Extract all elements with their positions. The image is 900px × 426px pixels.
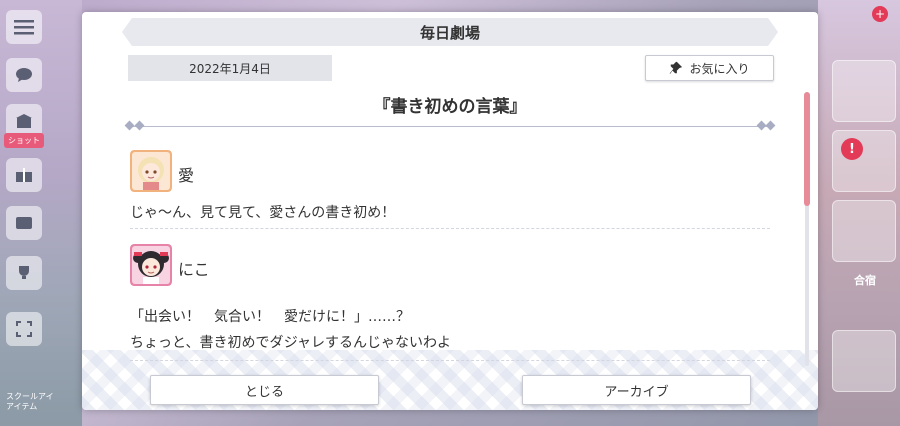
card-icon[interactable] (6, 206, 42, 240)
speaker-name: にこ (178, 260, 210, 279)
entry-separator (130, 228, 770, 229)
right-tile-3[interactable] (832, 200, 896, 262)
favorite-label: お気に入り (689, 61, 750, 76)
story-title: 『書き初めの言葉』 (373, 97, 527, 117)
divider-diamond-left-2 (134, 120, 145, 131)
right-tile-2[interactable] (832, 130, 896, 192)
menu-icon[interactable] (6, 10, 42, 44)
right-tile-4[interactable] (832, 330, 896, 392)
camp-label[interactable]: 合宿 (854, 272, 876, 288)
side-text: スクールアイ アイテム (6, 392, 54, 411)
date-label: 2022年1月4日 (128, 55, 332, 81)
chat-icon[interactable] (6, 58, 42, 92)
dialogue-line: 「出会い！ 気合い！ 愛だけに！」……？ (130, 309, 410, 325)
fullscreen-icon[interactable] (6, 312, 42, 346)
divider-diamond-left (124, 120, 135, 131)
close-button[interactable]: とじる (150, 375, 379, 405)
trophy-icon[interactable] (6, 256, 42, 290)
dialog-title: 毎日劇場 (122, 18, 778, 46)
entry-separator (130, 360, 770, 361)
divider-diamond-right (765, 120, 776, 131)
pin-icon (670, 61, 683, 75)
title-divider (130, 126, 770, 127)
dialogue-line: じゃ～ん、見て見て、愛さんの書き初め！ (130, 205, 396, 221)
favorite-button[interactable]: お気に入り (645, 55, 774, 81)
archive-button[interactable]: アーカイブ (522, 375, 751, 405)
dialogue-line: ちょっと、書き初めでダジャレするんじゃないわよ (130, 335, 452, 351)
avatar-ai (130, 150, 172, 192)
speaker-name: 愛 (178, 166, 195, 185)
right-tile-1[interactable] (832, 60, 896, 122)
gift-icon[interactable] (6, 158, 42, 192)
scrollbar-thumb[interactable] (804, 92, 810, 206)
daily-theater-dialog: 毎日劇場 2022年1月4日 お気に入り 『書き初めの言葉』 愛 じゃ～ん、見て… (82, 12, 818, 410)
side-tag: ショット (4, 133, 44, 148)
notification-badge: ! (841, 138, 863, 160)
add-icon[interactable]: + (872, 6, 888, 22)
avatar-nico (130, 244, 172, 286)
